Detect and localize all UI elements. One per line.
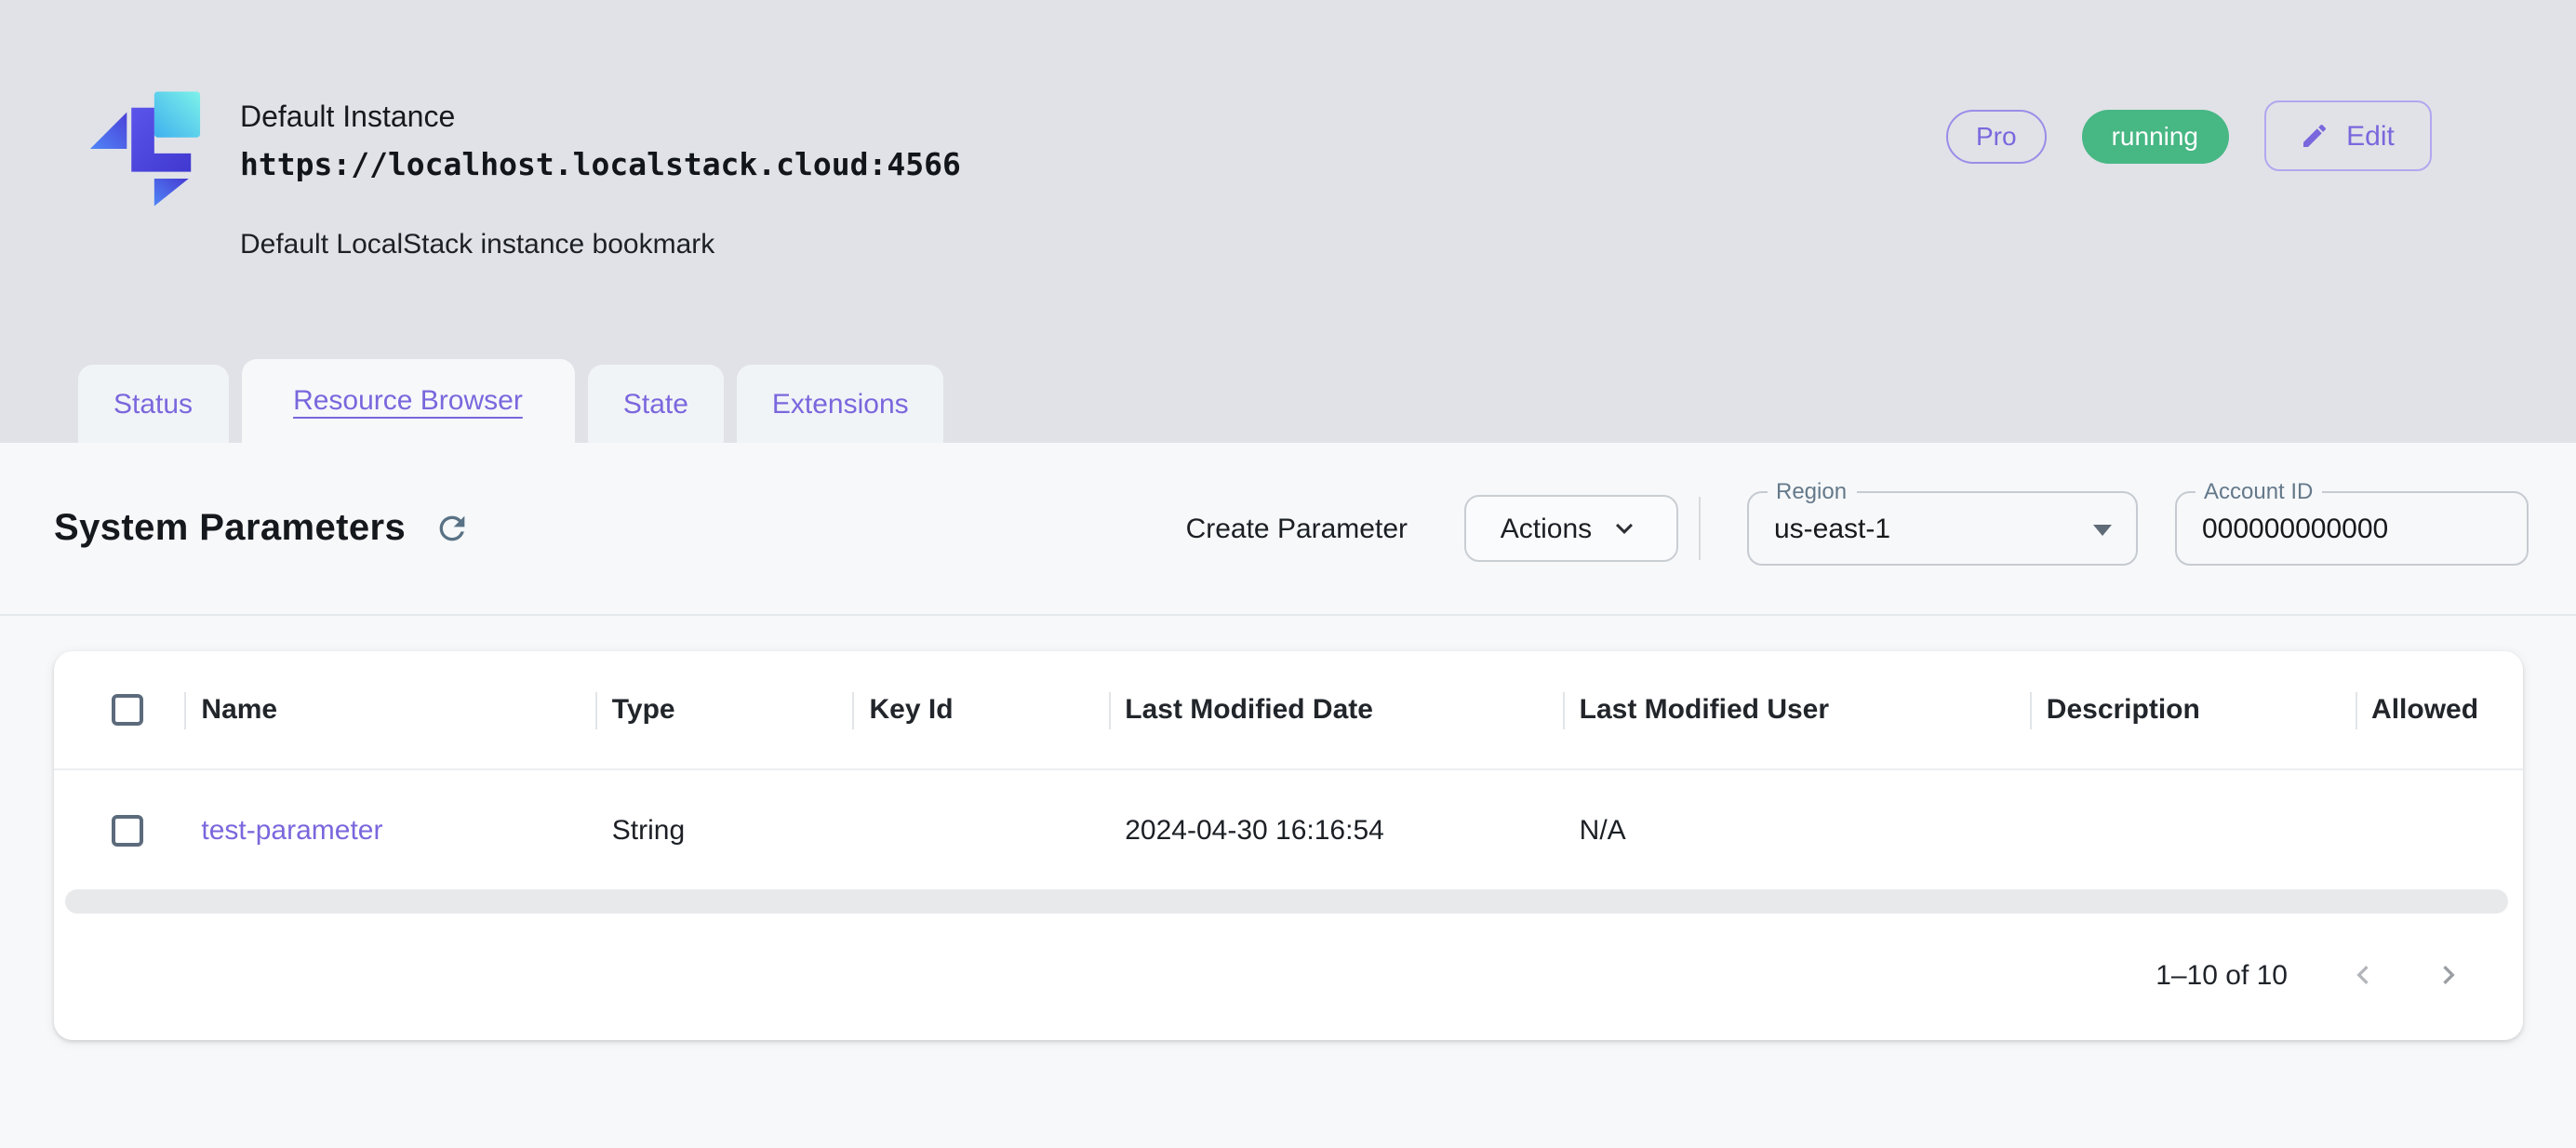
column-header-key-id[interactable]: Key Id [853, 651, 1109, 768]
cell-type: String [595, 770, 853, 889]
cell-description [2030, 770, 2355, 889]
chevron-left-icon [2343, 956, 2381, 994]
column-header-last-modified-user[interactable]: Last Modified User [1563, 651, 2030, 768]
caret-down-icon [2092, 525, 2111, 536]
tab-extensions-label: Extensions [772, 388, 909, 420]
resource-toolbar: System Parameters Create Parameter Actio… [0, 443, 2576, 614]
select-all-checkbox[interactable] [112, 694, 143, 726]
status-badge: running [2082, 109, 2228, 163]
localstack-instance-page: Default Instance https://localhost.local… [0, 0, 2576, 1148]
refresh-button[interactable] [432, 508, 473, 549]
pencil-icon [2300, 121, 2329, 151]
account-id-field[interactable]: Account ID 000000000000 [2174, 491, 2528, 566]
instance-name: Default Instance [240, 100, 961, 138]
cell-last-modified-date: 2024-04-30 16:16:54 [1108, 770, 1562, 889]
instance-titles: Default Instance https://localhost.local… [240, 100, 961, 264]
resource-browser-panel: System Parameters Create Parameter Actio… [0, 443, 2576, 1148]
instance-header: Default Instance https://localhost.local… [0, 0, 2576, 443]
actions-button[interactable]: Actions [1463, 495, 1677, 562]
instance-actions: Pro running Edit [1946, 100, 2431, 171]
instance-tabs: Status Resource Browser State Extensions [78, 359, 944, 443]
previous-page-button[interactable] [2332, 945, 2392, 1005]
column-header-allowed[interactable]: Allowed [2355, 651, 2522, 768]
horizontal-scrollbar[interactable] [65, 889, 2507, 914]
chevron-down-icon [1607, 512, 1640, 545]
refresh-icon [434, 510, 471, 547]
next-page-button[interactable] [2418, 945, 2477, 1005]
tab-state[interactable]: State [588, 365, 724, 443]
column-header-type[interactable]: Type [595, 651, 853, 768]
instance-url: https://localhost.localstack.cloud:4566 [240, 143, 961, 188]
region-select[interactable]: Region us-east-1 [1746, 491, 2137, 566]
account-id-label: Account ID [2195, 478, 2322, 504]
toolbar-divider [1698, 497, 1700, 560]
table-row: test-parameter String 2024-04-30 16:16:5… [54, 770, 2522, 889]
actions-button-label: Actions [1501, 513, 1592, 544]
header-checkbox-cell [54, 651, 184, 768]
instance-description: Default LocalStack instance bookmark [240, 227, 961, 264]
cell-name: test-parameter [184, 770, 594, 889]
cell-allowed [2355, 770, 2522, 889]
chevron-right-icon [2429, 956, 2466, 994]
page-title: System Parameters [54, 507, 406, 550]
tab-extensions[interactable]: Extensions [737, 365, 944, 443]
account-id-value: 000000000000 [2176, 513, 2388, 544]
pagination: 1–10 of 10 [54, 914, 2522, 1036]
status-badge-label: running [2112, 121, 2198, 151]
edit-button-label: Edit [2346, 120, 2395, 152]
tab-state-label: State [623, 388, 688, 420]
tab-status-label: Status [113, 388, 193, 420]
cell-last-modified-user: N/A [1563, 770, 2030, 889]
pro-badge-label: Pro [1976, 121, 2017, 151]
edit-button[interactable]: Edit [2263, 100, 2431, 171]
region-value: us-east-1 [1748, 513, 1890, 544]
pagination-range-label: 1–10 of 10 [2156, 959, 2288, 991]
pro-badge: Pro [1946, 109, 2047, 163]
table-header-row: Name Type Key Id Last Modified Date Last… [54, 651, 2522, 770]
column-header-name[interactable]: Name [184, 651, 594, 768]
parameters-table-card: Name Type Key Id Last Modified Date Last… [54, 651, 2522, 1040]
column-header-last-modified-date[interactable]: Last Modified Date [1108, 651, 1562, 768]
section-divider [0, 614, 2576, 616]
parameter-link[interactable]: test-parameter [201, 814, 382, 846]
create-parameter-button[interactable]: Create Parameter [1186, 513, 1408, 544]
tab-resource-browser-label: Resource Browser [293, 385, 523, 417]
row-checkbox[interactable] [112, 814, 143, 846]
tab-resource-browser[interactable]: Resource Browser [241, 359, 575, 443]
tab-status[interactable]: Status [78, 365, 228, 443]
cell-key-id [853, 770, 1109, 889]
row-checkbox-cell [54, 770, 184, 889]
region-label: Region [1767, 478, 1856, 504]
localstack-logo [87, 89, 203, 208]
column-header-description[interactable]: Description [2030, 651, 2355, 768]
